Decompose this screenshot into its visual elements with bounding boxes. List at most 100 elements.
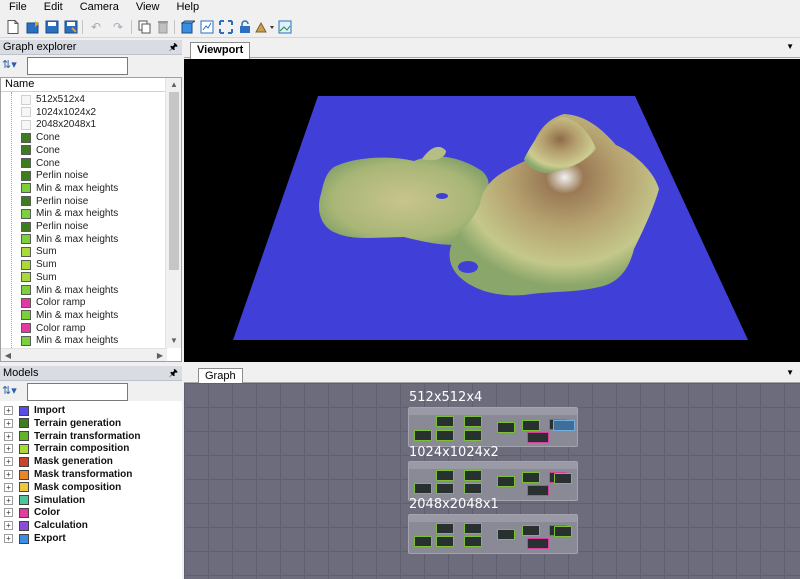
expand-icon[interactable]: + <box>4 470 13 479</box>
expand-icon[interactable]: + <box>4 534 13 543</box>
expand-icon[interactable]: + <box>4 457 13 467</box>
delete-icon[interactable] <box>155 19 171 35</box>
graph-node[interactable] <box>527 485 549 496</box>
graph-node[interactable] <box>436 470 454 481</box>
chevron-down-icon[interactable]: ▼ <box>786 368 794 377</box>
expand-icon[interactable]: + <box>4 444 13 454</box>
graph-node[interactable] <box>554 473 572 484</box>
graph-node[interactable] <box>527 538 549 549</box>
graph-explorer-hscrollbar[interactable]: ◀ ▶ <box>1 348 167 361</box>
graph-node[interactable] <box>522 472 540 483</box>
graph-explorer-item[interactable]: Min & max heights <box>5 233 118 246</box>
graph-explorer-item[interactable]: Min & max heights <box>5 284 118 297</box>
graph-explorer-item[interactable]: Color ramp <box>5 322 85 335</box>
expand-icon[interactable]: + <box>4 482 13 492</box>
graph-explorer-item[interactable]: Min & max heights <box>5 309 118 322</box>
menu-edit[interactable]: Edit <box>35 0 71 16</box>
graph-explorer-item[interactable]: 2048x2048x1 <box>5 118 96 131</box>
graph-explorer-item[interactable]: Sum <box>5 258 57 271</box>
open-icon[interactable] <box>25 19 41 35</box>
graph-node[interactable] <box>464 536 482 547</box>
expand-icon[interactable]: + <box>4 418 13 428</box>
graph-explorer-item[interactable]: Min & max heights <box>5 207 118 220</box>
graph-explorer-item[interactable]: Perlin noise <box>5 195 88 208</box>
sort-icon[interactable]: ⇅▾ <box>2 58 24 74</box>
graph-node[interactable] <box>464 483 482 494</box>
undo-icon[interactable]: ↶ <box>88 19 104 35</box>
graph-explorer-item[interactable]: 512x512x4 <box>5 93 85 106</box>
graph-explorer-item[interactable]: Sum <box>5 245 57 258</box>
graph-node[interactable] <box>497 529 515 540</box>
graph-node[interactable] <box>436 523 454 534</box>
fit-view-icon[interactable] <box>218 19 234 35</box>
graph-node[interactable] <box>522 420 540 431</box>
graph-node[interactable] <box>464 470 482 481</box>
chevron-down-icon[interactable]: ▼ <box>786 42 794 51</box>
menu-view[interactable]: View <box>127 0 168 16</box>
graph-node[interactable] <box>464 430 482 441</box>
expand-icon[interactable]: + <box>4 495 13 505</box>
menu-file[interactable]: File <box>0 0 35 16</box>
scroll-up-icon[interactable]: ▲ <box>166 78 181 92</box>
scroll-down-icon[interactable]: ▼ <box>166 334 181 348</box>
new-file-icon[interactable] <box>5 19 21 35</box>
node-group[interactable] <box>408 514 578 554</box>
node-graph-canvas[interactable]: 512x512x4 1024x1024x2 2048x2048x1 <box>184 383 800 579</box>
graph-node[interactable] <box>436 416 454 427</box>
graph-node[interactable] <box>414 536 432 547</box>
copy-icon[interactable] <box>136 19 152 35</box>
graph-explorer-item[interactable]: Cone <box>5 131 60 144</box>
viewport-3d[interactable] <box>184 59 800 362</box>
graph-node[interactable] <box>527 432 549 443</box>
graph-node[interactable] <box>554 526 572 537</box>
model-category-item[interactable]: + Mask generation <box>4 455 113 468</box>
model-category-item[interactable]: + Color <box>4 506 60 519</box>
models-filter-input[interactable] <box>27 383 128 401</box>
graph-explorer-item[interactable]: 1024x1024x2 <box>5 106 96 119</box>
scroll-right-icon[interactable]: ▶ <box>153 349 167 361</box>
graph-explorer-vscrollbar[interactable]: ▲ ▼ <box>165 78 181 348</box>
model-category-item[interactable]: + Terrain composition <box>4 442 129 455</box>
graph-explorer-filter-input[interactable] <box>27 57 128 75</box>
graph-node[interactable] <box>522 525 540 536</box>
screenshot-icon[interactable] <box>277 19 293 35</box>
graph-explorer-item[interactable]: Cone <box>5 157 60 170</box>
expand-icon[interactable]: + <box>4 508 13 518</box>
graph-node[interactable] <box>414 483 432 494</box>
model-category-item[interactable]: + Terrain transformation <box>4 430 141 443</box>
graph-explorer-item[interactable]: Min & max heights <box>5 182 118 195</box>
graph-explorer-item[interactable]: Min & max heights <box>5 334 118 347</box>
model-category-item[interactable]: + Simulation <box>4 494 85 507</box>
expand-icon[interactable]: + <box>4 406 13 415</box>
save-icon[interactable] <box>44 19 60 35</box>
scroll-left-icon[interactable]: ◀ <box>1 349 15 361</box>
model-category-item[interactable]: + Export <box>4 532 66 545</box>
graph-node[interactable] <box>497 422 515 433</box>
redo-icon[interactable]: ↷ <box>110 19 126 35</box>
graph-explorer-item[interactable]: Color ramp <box>5 296 85 309</box>
cube-view-icon[interactable] <box>180 19 196 35</box>
scroll-thumb[interactable] <box>169 92 179 270</box>
menu-camera[interactable]: Camera <box>71 0 127 16</box>
graph-explorer-item[interactable]: Sum <box>5 271 57 284</box>
model-category-item[interactable]: + Calculation <box>4 519 88 532</box>
sort-icon[interactable]: ⇅▾ <box>2 384 24 400</box>
tab-graph[interactable]: Graph <box>198 368 243 384</box>
model-category-item[interactable]: + Terrain generation <box>4 417 121 430</box>
model-category-item[interactable]: + Import <box>4 404 65 417</box>
node-group[interactable] <box>408 461 578 501</box>
graph-node[interactable] <box>497 476 515 487</box>
model-category-item[interactable]: + Mask transformation <box>4 468 132 481</box>
expand-icon[interactable]: + <box>4 521 13 531</box>
graph-node[interactable] <box>414 430 432 441</box>
graph-node[interactable] <box>553 420 575 431</box>
graph-node[interactable] <box>436 536 454 547</box>
tab-viewport[interactable]: Viewport <box>190 42 251 59</box>
lock-icon[interactable] <box>237 19 253 35</box>
graph-node[interactable] <box>436 483 454 494</box>
save-as-icon[interactable] <box>63 19 79 35</box>
menu-help[interactable]: Help <box>167 0 207 16</box>
graph-explorer-item[interactable]: Cone <box>5 144 60 157</box>
export-icon[interactable] <box>199 19 215 35</box>
graph-node[interactable] <box>436 430 454 441</box>
